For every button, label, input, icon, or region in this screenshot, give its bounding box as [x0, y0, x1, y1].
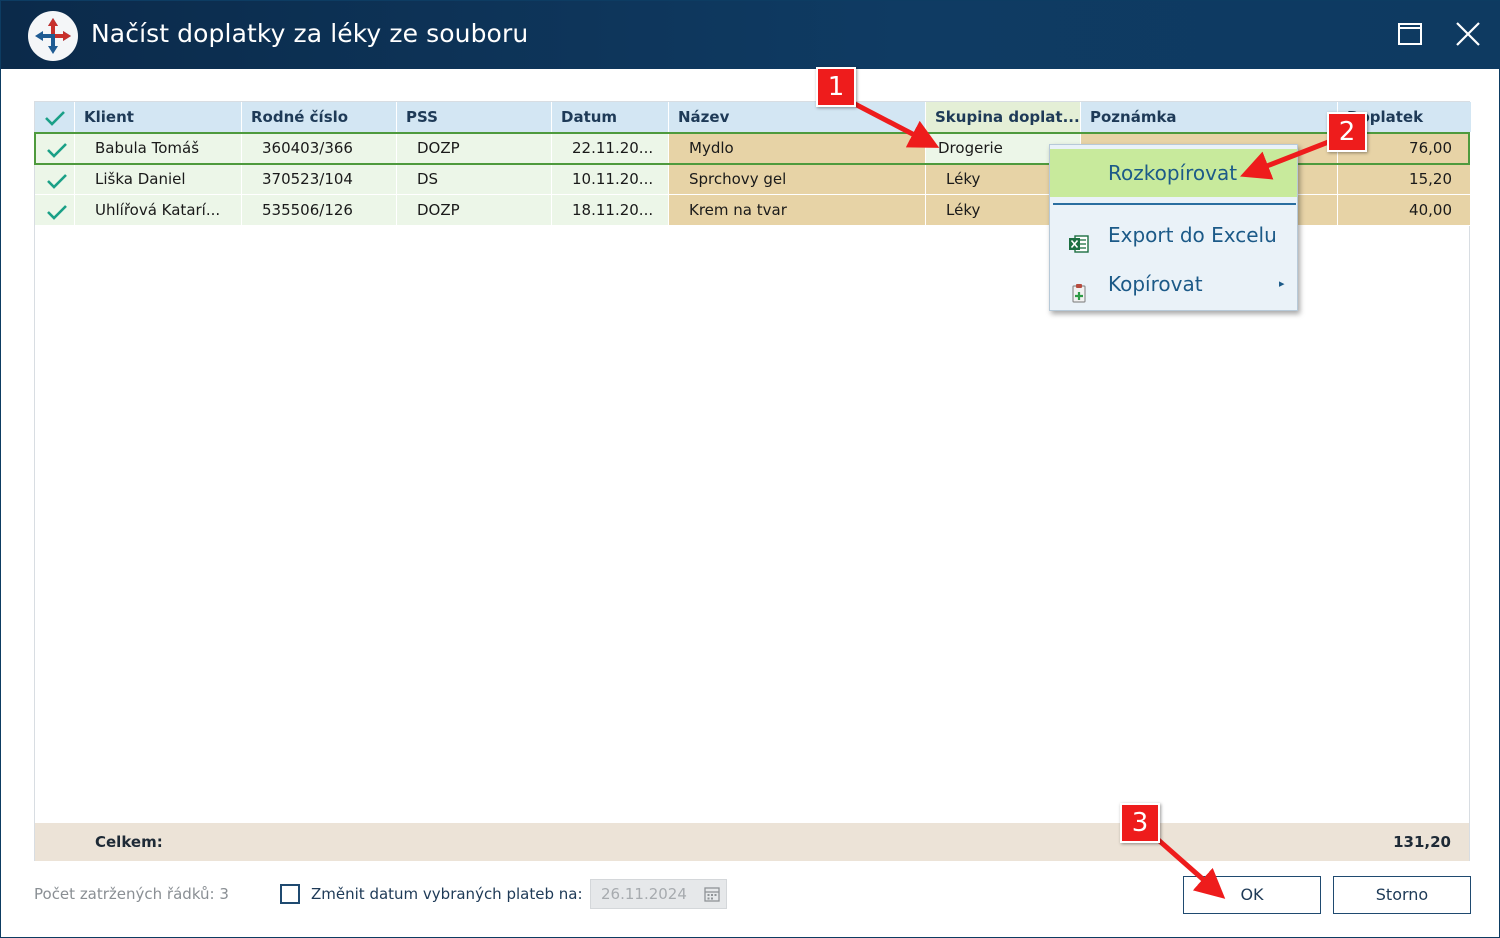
cell-doplatek[interactable]: 40,00 — [1338, 195, 1471, 226]
cell-nazev[interactable]: Mydlo — [669, 133, 926, 164]
grid-footer: Celkem: 131,20 — [35, 823, 1469, 861]
close-button[interactable] — [1453, 19, 1483, 49]
window-title: Načíst doplatky za léky ze souboru — [91, 19, 529, 48]
footer-total: 131,20 — [1393, 833, 1451, 851]
cell-datum[interactable]: 18.11.20... — [552, 195, 669, 226]
app-logo-icon — [28, 11, 78, 61]
header-poznamka[interactable]: Poznámka — [1081, 102, 1338, 132]
close-icon — [1456, 22, 1480, 46]
row-checkbox[interactable] — [35, 164, 75, 195]
cell-rodne-cislo[interactable]: 535506/126 — [242, 195, 397, 226]
header-rodne-cislo[interactable]: Rodné číslo — [242, 102, 397, 132]
clipboard-icon — [1068, 273, 1090, 321]
cell-datum[interactable]: 10.11.20... — [552, 164, 669, 195]
maximize-icon — [1398, 23, 1422, 45]
checked-rows-count: Počet zatržených řádků: 3 — [34, 885, 229, 903]
menu-item-label: Rozkopírovat — [1108, 161, 1238, 185]
annotation-badge-1: 1 — [816, 67, 856, 107]
menu-item-kopirovat[interactable]: Kopírovat ▸ — [1050, 260, 1297, 308]
checkmark-icon — [47, 143, 67, 158]
cell-rodne-cislo[interactable]: 360403/366 — [242, 133, 397, 164]
cell-klient[interactable]: Liška Daniel — [75, 164, 242, 195]
header-check-all[interactable] — [35, 102, 75, 132]
checkmark-icon — [47, 205, 67, 220]
annotation-badge-2: 2 — [1327, 112, 1367, 152]
footer-label: Celkem: — [95, 833, 163, 851]
change-date-label[interactable]: Změnit datum vybraných plateb na: — [311, 885, 583, 903]
dialog-window: Načíst doplatky za léky ze souboru Klien… — [0, 0, 1500, 938]
header-nazev[interactable]: Název — [669, 102, 926, 132]
context-menu: Rozkopírovat Export do Excelu Kopírovat … — [1049, 144, 1298, 311]
cell-klient[interactable]: Uhlířová Katarí... — [75, 195, 242, 226]
cell-rodne-cislo[interactable]: 370523/104 — [242, 164, 397, 195]
cell-doplatek[interactable]: 15,20 — [1338, 164, 1471, 195]
header-pss[interactable]: PSS — [397, 102, 552, 132]
cell-pss[interactable]: DOZP — [397, 195, 552, 226]
maximize-button[interactable] — [1395, 19, 1425, 49]
cell-nazev[interactable]: Sprchovy gel — [669, 164, 926, 195]
ok-button[interactable]: OK — [1183, 876, 1321, 914]
annotation-badge-3: 3 — [1120, 803, 1160, 843]
cell-datum[interactable]: 22.11.20... — [552, 133, 669, 164]
menu-separator — [1053, 203, 1296, 205]
header-skupina[interactable]: Skupina doplat... — [926, 102, 1081, 132]
menu-item-label: Kopírovat — [1108, 272, 1203, 296]
checkmark-icon — [45, 111, 65, 126]
checkmark-icon — [47, 174, 67, 189]
submenu-arrow-icon: ▸ — [1279, 277, 1285, 290]
header-klient[interactable]: Klient — [75, 102, 242, 132]
storno-button[interactable]: Storno — [1333, 876, 1471, 914]
calendar-icon[interactable] — [704, 886, 720, 906]
menu-item-label: Export do Excelu — [1108, 223, 1277, 247]
row-checkbox[interactable] — [35, 195, 75, 226]
menu-item-export-excel[interactable]: Export do Excelu — [1050, 211, 1297, 259]
cell-nazev[interactable]: Krem na tvar — [669, 195, 926, 226]
row-checkbox[interactable] — [35, 133, 75, 164]
title-bar: Načíst doplatky za léky ze souboru — [1, 1, 1500, 69]
header-datum[interactable]: Datum — [552, 102, 669, 132]
change-date-checkbox[interactable] — [280, 884, 300, 904]
grid-header: Klient Rodné číslo PSS Datum Název Skupi… — [35, 102, 1471, 132]
cell-klient[interactable]: Babula Tomáš — [75, 133, 242, 164]
menu-item-rozkopirovat[interactable]: Rozkopírovat — [1050, 149, 1297, 197]
cell-pss[interactable]: DOZP — [397, 133, 552, 164]
cell-pss[interactable]: DS — [397, 164, 552, 195]
